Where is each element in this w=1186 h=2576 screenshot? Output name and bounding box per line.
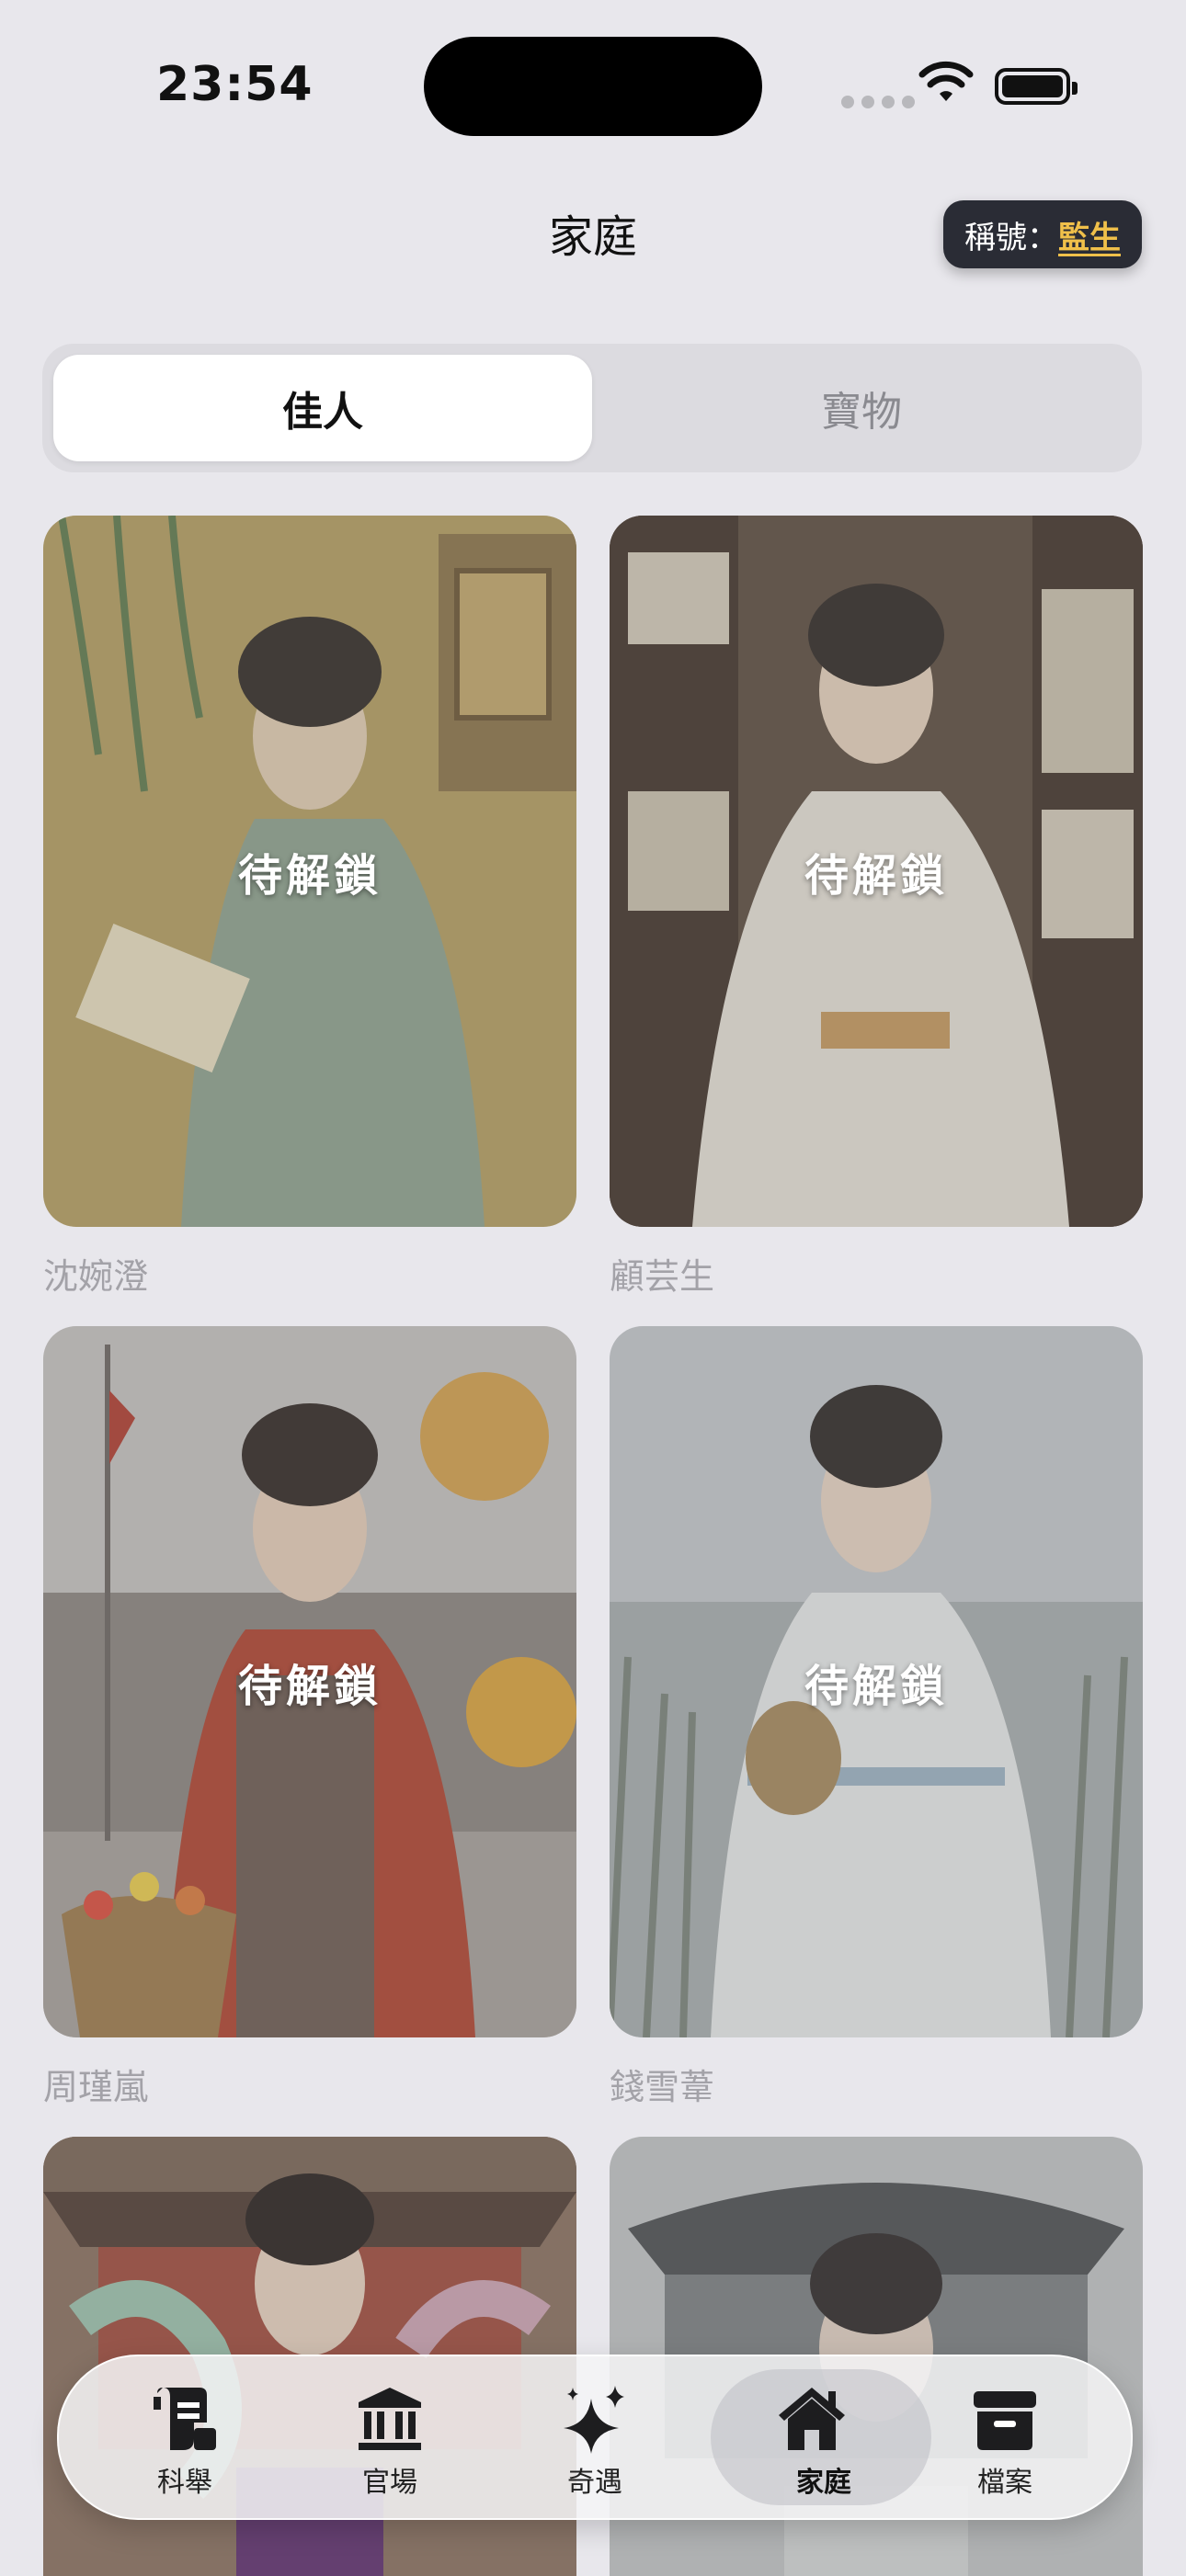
badge-rank: 監生 — [1058, 219, 1121, 256]
sparkles-icon — [564, 2386, 624, 2454]
tab-guanchang[interactable]: 官場 — [293, 2356, 486, 2518]
status-time: 23:54 — [156, 57, 314, 112]
title-rank-badge[interactable]: 稱號： 監生 — [943, 200, 1142, 268]
tab-dangan[interactable]: 檔案 — [908, 2356, 1101, 2518]
beauty-card[interactable]: 待解鎖 — [43, 1326, 576, 2037]
beauty-name: 沈婉澄 — [43, 1256, 149, 1297]
tab-label: 檔案 — [977, 2467, 1032, 2499]
beauty-name: 周瑾嵐 — [43, 2067, 149, 2107]
bank-icon — [359, 2388, 421, 2450]
house-icon — [779, 2388, 845, 2450]
archive-box-icon — [974, 2391, 1036, 2450]
cellular-signal-icon — [841, 96, 915, 108]
beauty-name: 顧芸生 — [610, 1256, 715, 1297]
tab-jiating[interactable]: 家庭 — [703, 2356, 931, 2518]
dynamic-island — [424, 37, 762, 136]
wifi-icon — [918, 61, 974, 101]
locked-label: 待解鎖 — [237, 1661, 382, 1712]
segmented-control: 佳人 寶物 — [42, 344, 1142, 472]
tab-qiyu[interactable]: 奇遇 — [498, 2356, 691, 2518]
segment-beauties[interactable]: 佳人 — [53, 355, 592, 461]
tab-bar: 科舉 官場 奇遇 家庭 檔案 — [57, 2355, 1133, 2520]
battery-icon — [995, 68, 1078, 105]
tab-label: 奇遇 — [567, 2467, 622, 2499]
tab-keju[interactable]: 科舉 — [88, 2356, 281, 2518]
tab-label: 科舉 — [157, 2467, 212, 2499]
locked-label: 待解鎖 — [804, 850, 948, 902]
beauty-card[interactable]: 待解鎖 — [43, 516, 576, 1227]
locked-label: 待解鎖 — [237, 850, 382, 902]
segment-treasures[interactable]: 寶物 — [592, 355, 1131, 461]
tab-label: 官場 — [362, 2467, 417, 2499]
beauty-card[interactable]: 待解鎖 — [610, 516, 1143, 1227]
badge-prefix: 稱號： — [964, 219, 1058, 256]
beauty-name: 錢雪葦 — [610, 2067, 715, 2107]
beauty-card[interactable]: 待解鎖 — [610, 1326, 1143, 2037]
scroll-icon — [154, 2388, 216, 2450]
tab-label: 家庭 — [796, 2467, 851, 2499]
locked-label: 待解鎖 — [804, 1661, 948, 1712]
